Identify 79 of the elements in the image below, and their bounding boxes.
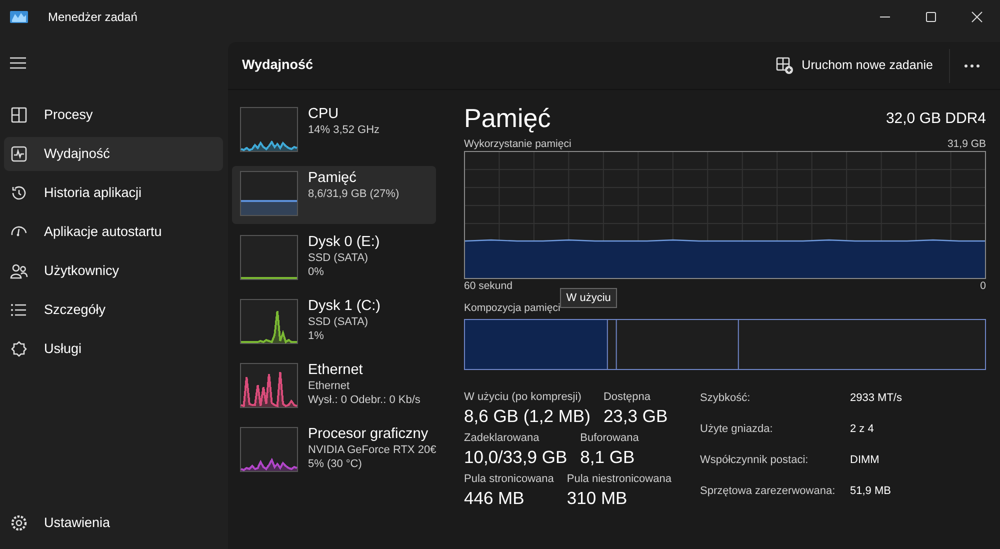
device-item[interactable]: CPU 14% 3,52 GHz bbox=[232, 102, 436, 160]
menu-icon[interactable] bbox=[10, 57, 26, 69]
device-name: CPU bbox=[308, 106, 340, 123]
tooltip: W użyciu bbox=[560, 288, 617, 308]
settings-icon bbox=[10, 514, 28, 532]
composition-label: Kompozycja pamięci bbox=[464, 300, 560, 314]
device-item[interactable]: Pamięć 8,6/31,9 GB (27%) bbox=[232, 166, 436, 224]
device-info: 8,6/31,9 GB (27%) bbox=[308, 187, 400, 201]
stat-label: Zadeklarowana bbox=[464, 431, 540, 445]
device-item[interactable]: Dysk 1 (C:) SSD (SATA) 1% bbox=[232, 294, 436, 352]
usage-thumbnail bbox=[240, 107, 298, 152]
pulse-icon bbox=[10, 145, 28, 163]
add-task-icon bbox=[776, 56, 794, 74]
spec-value: 2933 MT/s bbox=[850, 390, 902, 406]
close-icon[interactable] bbox=[971, 11, 983, 23]
device-info: Ethernet bbox=[308, 379, 351, 393]
detail-title: Pamięć bbox=[464, 102, 551, 134]
device-name: Ethernet bbox=[308, 362, 364, 379]
device-name: Procesor graficzny bbox=[308, 426, 430, 443]
list-icon bbox=[10, 301, 28, 319]
nav-item[interactable]: Wydajność bbox=[4, 137, 223, 171]
device-name: Dysk 0 (E:) bbox=[308, 234, 380, 251]
puzzle-icon bbox=[10, 340, 28, 358]
usage-thumbnail bbox=[240, 299, 298, 344]
stat-value: 8,1 GB bbox=[580, 446, 636, 469]
graph-label: Wykorzystanie pamięci bbox=[464, 137, 572, 152]
nav-item[interactable]: Użytkownicy bbox=[4, 254, 223, 288]
history-icon bbox=[10, 184, 28, 202]
stat-value: 10,0/33,9 GB bbox=[464, 446, 568, 469]
device-info: Wysł.: 0 Odebr.: 0 Kb/s bbox=[308, 393, 420, 407]
usage-thumbnail bbox=[240, 427, 298, 472]
usage-thumbnail bbox=[240, 235, 298, 280]
spec-label: Użyte gniazda: bbox=[700, 422, 774, 437]
nav-item[interactable]: Historia aplikacji bbox=[4, 176, 223, 210]
graph-max: 31,9 GB bbox=[947, 137, 986, 152]
device-name: Dysk 1 (C:) bbox=[308, 298, 380, 315]
memory-spec: 32,0 GB DDR4 bbox=[886, 109, 986, 130]
device-info: 0% bbox=[308, 265, 325, 279]
stat-label: Dostępna bbox=[603, 390, 652, 404]
run-new-task-button[interactable]: Uruchom nowe zadanie bbox=[768, 52, 941, 79]
nav-item[interactable]: Usługi bbox=[4, 332, 223, 366]
device-info: 5% (30 °C) bbox=[308, 457, 363, 471]
device-item[interactable]: Dysk 0 (E:) SSD (SATA) 0% bbox=[232, 230, 436, 288]
time-axis-label: 0 bbox=[980, 279, 986, 294]
spec-label: Współczynnik postaci: bbox=[700, 452, 810, 468]
spec-label: Szybkość: bbox=[700, 390, 752, 406]
stat-value: 8,6 GB (1,2 MB) bbox=[464, 404, 590, 428]
grid-icon bbox=[10, 106, 28, 124]
device-info: SSD (SATA) bbox=[308, 251, 370, 265]
stat-label: Buforowana bbox=[580, 431, 639, 445]
stat-label: Pula stronicowana bbox=[464, 472, 554, 486]
usage-thumbnail bbox=[240, 363, 298, 408]
stat-value: 310 MB bbox=[566, 487, 628, 510]
window-title: Menedżer zadań bbox=[48, 9, 138, 26]
device-info: 14% 3,52 GHz bbox=[308, 123, 380, 137]
stat-label: W użyciu (po kompresji) bbox=[464, 390, 582, 404]
spec-value: DIMM bbox=[850, 452, 880, 468]
settings-nav-item[interactable]: Ustawienia bbox=[4, 506, 223, 540]
stat-label: Pula niestronicowana bbox=[566, 472, 672, 486]
stat-value: 23,3 GB bbox=[603, 404, 668, 428]
spec-value: 2 z 4 bbox=[850, 422, 875, 437]
page-title: Wydajność bbox=[242, 56, 314, 74]
stat-value: 446 MB bbox=[464, 487, 526, 510]
usage-thumbnail bbox=[240, 171, 298, 216]
nav-item[interactable]: Aplikacje autostartu bbox=[4, 215, 223, 249]
device-item[interactable]: Procesor graficzny NVIDIA GeForce RTX 20€ 5% (30 °C) bbox=[232, 422, 436, 480]
maximize-icon[interactable] bbox=[925, 11, 937, 23]
spec-label: Sprzętowa zarezerwowana: bbox=[700, 484, 836, 499]
device-name: Pamięć bbox=[308, 170, 358, 187]
time-axis-label: 60 sekund bbox=[464, 279, 512, 294]
device-info: NVIDIA GeForce RTX 20€ bbox=[308, 443, 436, 457]
spec-value: 51,9 MB bbox=[850, 484, 892, 499]
users-icon bbox=[10, 262, 28, 280]
device-info: SSD (SATA) bbox=[308, 315, 370, 329]
device-info: 1% bbox=[308, 329, 325, 343]
device-item[interactable]: Ethernet Ethernet Wysł.: 0 Odebr.: 0 Kb/s bbox=[232, 358, 436, 416]
nav-item[interactable]: Procesy bbox=[4, 98, 223, 132]
nav-item[interactable]: Szczegóły bbox=[4, 293, 223, 327]
app-icon bbox=[10, 10, 28, 24]
